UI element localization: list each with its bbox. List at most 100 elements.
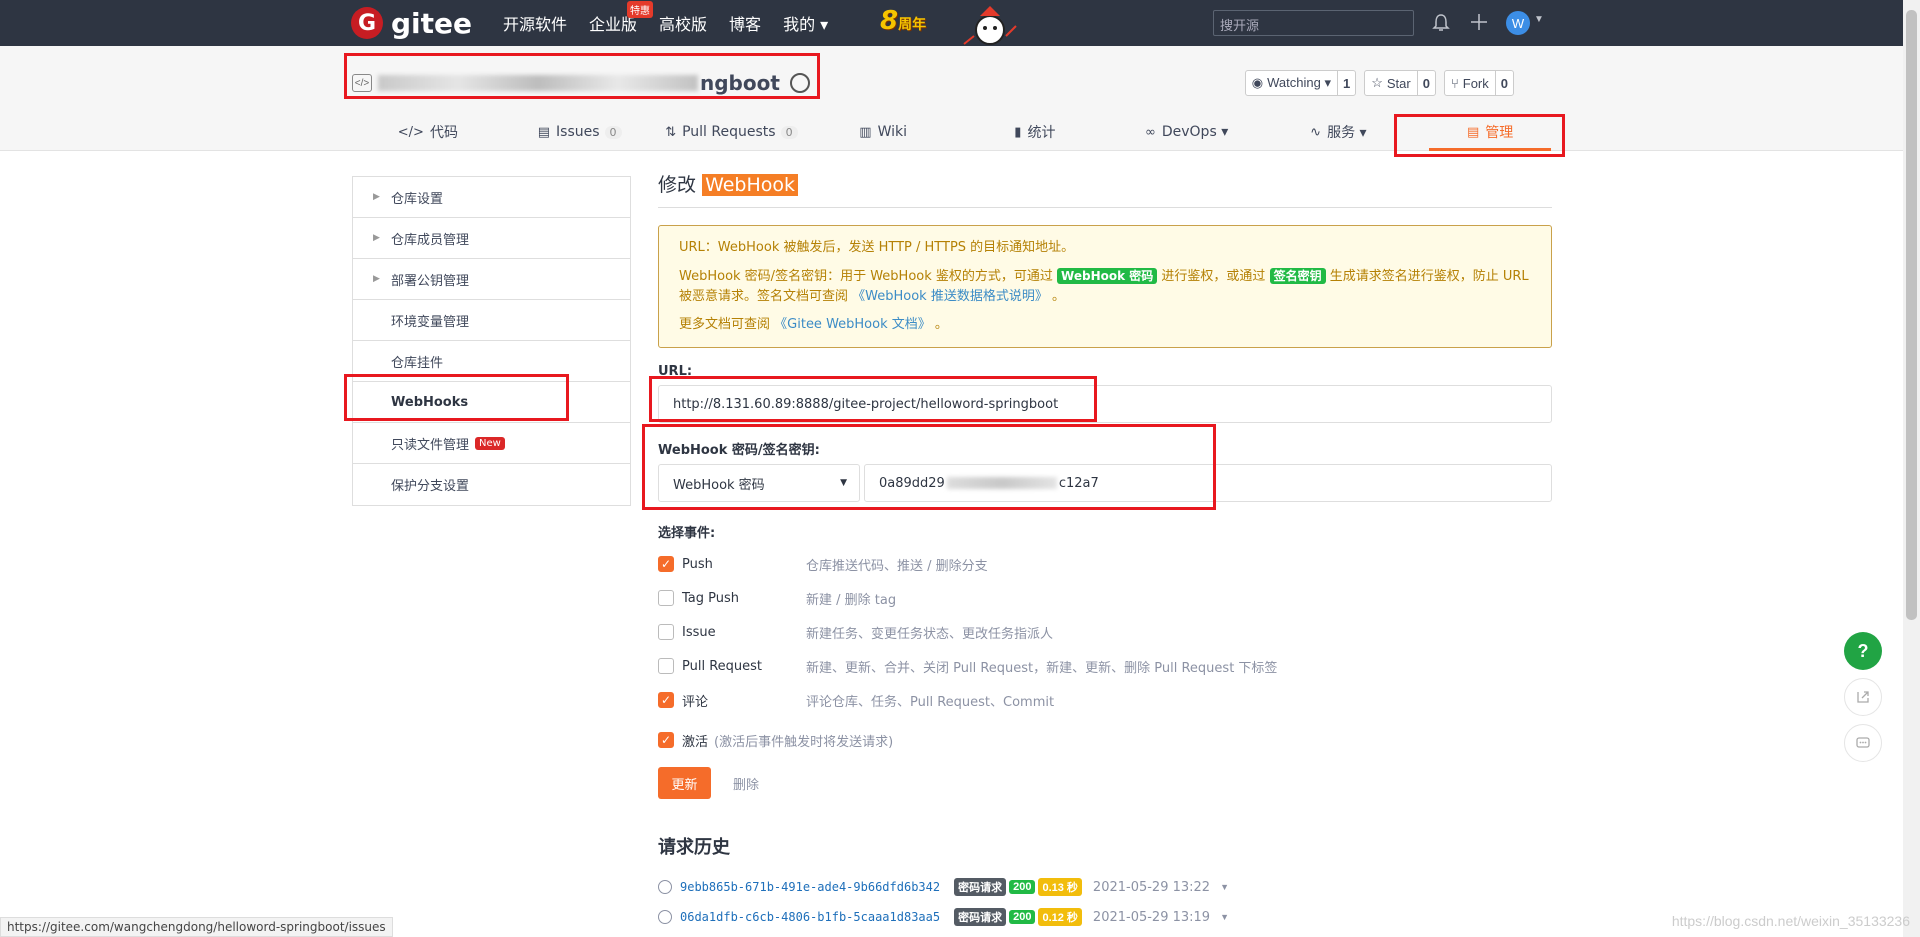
request-id[interactable]: 06da1dfb-c6cb-4806-b1fb-5caaa1d83aa5 xyxy=(680,910,940,924)
info-text: 。 xyxy=(934,317,948,332)
nav-enterprise[interactable]: 企业版 特惠 xyxy=(589,1,654,35)
services-icon: ∿ xyxy=(1310,124,1322,140)
redacted-repo-name xyxy=(378,75,698,91)
title-highlight: WebHook xyxy=(702,174,799,196)
event-checkbox[interactable] xyxy=(658,658,674,674)
issues-icon: ▤ xyxy=(537,124,551,140)
nav-education[interactable]: 高校版 xyxy=(659,11,707,35)
history-row[interactable]: 06da1dfb-c6cb-4806-b1fb-5caaa1d83aa5 密码请求… xyxy=(658,903,1552,931)
secret-start: 0a89dd29 xyxy=(879,475,945,491)
logo-text: gitee xyxy=(391,6,473,40)
sidebar-item-repo-settings[interactable]: ▶ 仓库设置 xyxy=(353,177,630,218)
password-tag: WebHook 密码 xyxy=(1057,268,1158,284)
sidebar-item-deploy-keys[interactable]: ▶ 部署公钥管理 xyxy=(353,259,630,300)
event-name: Push xyxy=(682,556,713,572)
sidebar-item-label: 仓库成员管理 xyxy=(391,232,470,248)
bell-icon[interactable] xyxy=(1432,13,1450,38)
request-type-tag: 密码请求 xyxy=(954,878,1007,896)
tab-label: Issues xyxy=(556,124,600,140)
sidebar-item-webhooks[interactable]: WebHooks xyxy=(353,382,630,423)
active-checkbox[interactable]: ✓ xyxy=(658,732,674,748)
logo-icon: G xyxy=(351,7,383,39)
secret-type-select[interactable]: WebHook 密码 ▼ xyxy=(658,464,860,502)
sidebar-item-label: 环境变量管理 xyxy=(391,314,470,330)
tab-devops[interactable]: ∞ DevOps ▾ xyxy=(1111,113,1263,151)
avatar[interactable]: W xyxy=(1506,11,1530,35)
history-row[interactable]: 9ebb865b-671b-491e-ade4-9b66dfd6b342 密码请求… xyxy=(658,873,1552,901)
event-checkbox[interactable]: ✓ xyxy=(658,692,674,708)
info-message: URL：WebHook 被触发后，发送 HTTP / HTTPS 的目标通知地址… xyxy=(658,225,1552,348)
update-button[interactable]: 更新 xyxy=(658,767,711,799)
event-checkbox[interactable] xyxy=(658,590,674,606)
tab-label: Pull Requests xyxy=(682,124,776,140)
chat-icon[interactable] xyxy=(1844,724,1882,762)
page-scrollbar[interactable] xyxy=(1903,0,1920,937)
tab-label: 代码 xyxy=(429,125,458,141)
nav-open-source[interactable]: 开源软件 xyxy=(503,11,567,35)
fork-button[interactable]: ⑂ Fork 0 xyxy=(1443,70,1514,96)
sidebar-item-widgets[interactable]: 仓库挂件 xyxy=(353,341,630,382)
url-input[interactable]: http://8.131.60.89:8888/gitee-project/he… xyxy=(658,385,1552,423)
secret-row: WebHook 密码 ▼ 0a89dd29 c12a7 xyxy=(658,464,1552,502)
tab-manage[interactable]: ▤ 管理 xyxy=(1414,113,1566,151)
info-line-secret: WebHook 密码/签名密钥：用于 WebHook 鉴权的方式，可通过 Web… xyxy=(679,266,1531,307)
sidebar-item-protected-branches[interactable]: 保护分支设置 xyxy=(353,464,630,505)
tab-label: Wiki xyxy=(877,124,907,140)
chevron-down-icon[interactable]: ▼ xyxy=(1220,912,1229,922)
webhook-doc-link[interactable]: 《Gitee WebHook 文档》 xyxy=(774,317,931,332)
star-icon: ☆ xyxy=(1371,75,1383,90)
active-label: 激活 xyxy=(682,734,709,750)
sidebar-item-readonly-files[interactable]: 只读文件管理 New xyxy=(353,423,630,464)
tab-wiki[interactable]: ▥ Wiki xyxy=(807,113,959,151)
mascot-icon xyxy=(963,6,1017,45)
share-icon[interactable] xyxy=(1844,678,1882,716)
fork-icon: ⑂ xyxy=(1450,75,1459,91)
webhook-form: 修改 WebHook URL：WebHook 被触发后，发送 HTTP / HT… xyxy=(658,170,1552,931)
avatar-caret-icon[interactable]: ▼ xyxy=(1534,14,1544,25)
scrollbar-thumb[interactable] xyxy=(1906,10,1917,620)
duration-tag: 0.13 秒 xyxy=(1038,878,1082,896)
tab-code[interactable]: </> 代码 xyxy=(352,113,504,151)
event-row: Tag Push 新建 / 删除 tag xyxy=(658,581,1552,615)
search-input[interactable]: 搜开源 xyxy=(1213,10,1414,36)
anniversary-text: 周年 xyxy=(898,17,927,33)
star-button[interactable]: ☆ Star 0 xyxy=(1364,70,1436,96)
history-title: 请求历史 xyxy=(658,837,730,858)
help-icon[interactable]: ? xyxy=(1844,632,1882,670)
event-checkbox[interactable]: ✓ xyxy=(658,556,674,572)
request-id[interactable]: 9ebb865b-671b-491e-ade4-9b66dfd6b342 xyxy=(680,880,940,894)
sidebar-item-env-vars[interactable]: 环境变量管理 xyxy=(353,300,630,341)
plus-icon[interactable] xyxy=(1470,13,1488,36)
tab-pull-requests[interactable]: ⇅ Pull Requests 0 xyxy=(656,113,808,151)
push-format-doc-link[interactable]: 《WebHook 推送数据格式说明》 xyxy=(852,289,1048,304)
chevron-right-icon: ▶ xyxy=(373,192,380,202)
repo-name[interactable]: ngboot xyxy=(700,71,780,95)
watch-label: Watching ▾ xyxy=(1267,75,1331,90)
event-name: Issue xyxy=(682,624,716,640)
redacted-secret xyxy=(946,477,1057,489)
anniversary-banner[interactable]: 8周年 xyxy=(880,6,1030,50)
title-prefix: 修改 xyxy=(658,174,697,196)
info-text: 。 xyxy=(1051,289,1065,304)
signature-tag: 签名密钥 xyxy=(1269,268,1326,284)
page-title: 修改 WebHook xyxy=(658,170,1552,208)
info-text: 进行鉴权，或通过 xyxy=(1161,269,1266,284)
sidebar-item-members[interactable]: ▶ 仓库成员管理 xyxy=(353,218,630,259)
nav-blog[interactable]: 博客 xyxy=(729,11,761,35)
secret-input[interactable]: 0a89dd29 c12a7 xyxy=(864,464,1552,502)
code-tab-icon: </> xyxy=(397,124,424,140)
tab-stats[interactable]: ▮ 统计 xyxy=(959,113,1111,151)
manage-icon: ▤ xyxy=(1466,124,1480,140)
tab-label: DevOps ▾ xyxy=(1161,124,1229,140)
clock-icon xyxy=(658,880,672,894)
nav-mine[interactable]: 我的 ▾ xyxy=(783,11,828,35)
tab-services[interactable]: ∿ 服务 ▾ xyxy=(1263,113,1415,151)
request-date: 2021-05-29 13:19 xyxy=(1092,909,1211,925)
event-row: ✓ Push 仓库推送代码、推送 / 删除分支 xyxy=(658,547,1552,581)
watch-button[interactable]: ◉ Watching ▾ 1 xyxy=(1244,70,1357,96)
tab-issues[interactable]: ▤ Issues 0 xyxy=(504,113,656,151)
delete-button[interactable]: 删除 xyxy=(733,774,759,793)
chevron-down-icon[interactable]: ▼ xyxy=(1220,882,1229,892)
gitee-logo[interactable]: G gitee xyxy=(351,6,473,40)
event-checkbox[interactable] xyxy=(658,624,674,640)
